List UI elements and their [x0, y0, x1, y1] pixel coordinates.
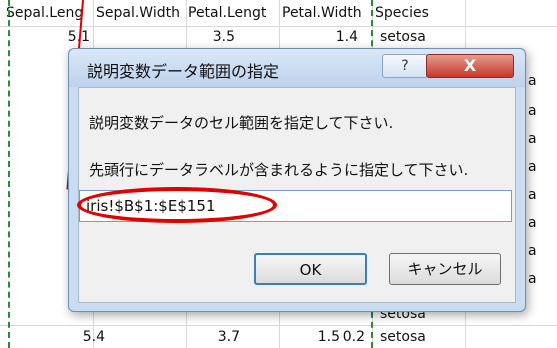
dialog-titlebar[interactable]: 説明変数データ範囲の指定 ? X [69, 49, 525, 87]
cell-species[interactable]: setosa [380, 26, 426, 48]
cell-species-fragment[interactable]: a [528, 70, 537, 92]
cell-species-fragment[interactable]: a [528, 240, 537, 262]
cell-species-fragment[interactable]: a [528, 268, 537, 290]
cell-species-fragment[interactable]: a [528, 184, 537, 206]
cell-species-fragment[interactable]: a [528, 128, 537, 150]
cell-sepal-width[interactable]: 3.7 [195, 326, 240, 348]
prompt-line-1: 説明変数データのセル範囲を指定して下さい. [89, 114, 394, 132]
col-header-petal-length[interactable]: Petal.Lengt [188, 0, 266, 26]
help-button[interactable]: ? [382, 54, 428, 78]
cell-species[interactable]: setosa [380, 326, 426, 348]
dialog-body: 説明変数データのセル範囲を指定して下さい. 先頭行にデータラベルが含まれるように… [77, 87, 516, 303]
dialog-title: 説明変数データ範囲の指定 [87, 62, 280, 81]
cell-species-fragment[interactable]: a [528, 100, 537, 122]
cell-petal-width[interactable]: 0.2 [320, 326, 365, 348]
prompt-line-2: 先頭行にデータラベルが含まれるように指定して下さい. [89, 161, 469, 179]
cell-sepal-width[interactable]: 3.5 [195, 26, 235, 48]
cell-species-fragment[interactable]: a [528, 156, 537, 178]
cancel-button[interactable]: キャンセル [389, 253, 501, 285]
col-header-species[interactable]: Species [375, 0, 429, 26]
range-dialog: 説明変数データ範囲の指定 ? X 説明変数データのセル範囲を指定して下さい. 先… [68, 48, 526, 312]
col-header-sepal-width[interactable]: Sepal.Width [96, 0, 180, 26]
ok-button[interactable]: OK [254, 253, 367, 285]
cell-sepal-length[interactable]: 5.1 [50, 26, 90, 48]
cell-sepal-length[interactable] [50, 0, 103, 22]
cell-petal-length[interactable]: 1.4 [318, 26, 358, 48]
selection-marquee-left [8, 0, 10, 348]
close-button[interactable]: X [426, 54, 514, 78]
annotation-circle [77, 187, 277, 223]
col-header-petal-width[interactable]: Petal.Width [282, 0, 362, 26]
cell-species-fragment[interactable]: a [528, 212, 537, 234]
cell-sepal-length[interactable]: 5.4 [60, 326, 105, 348]
